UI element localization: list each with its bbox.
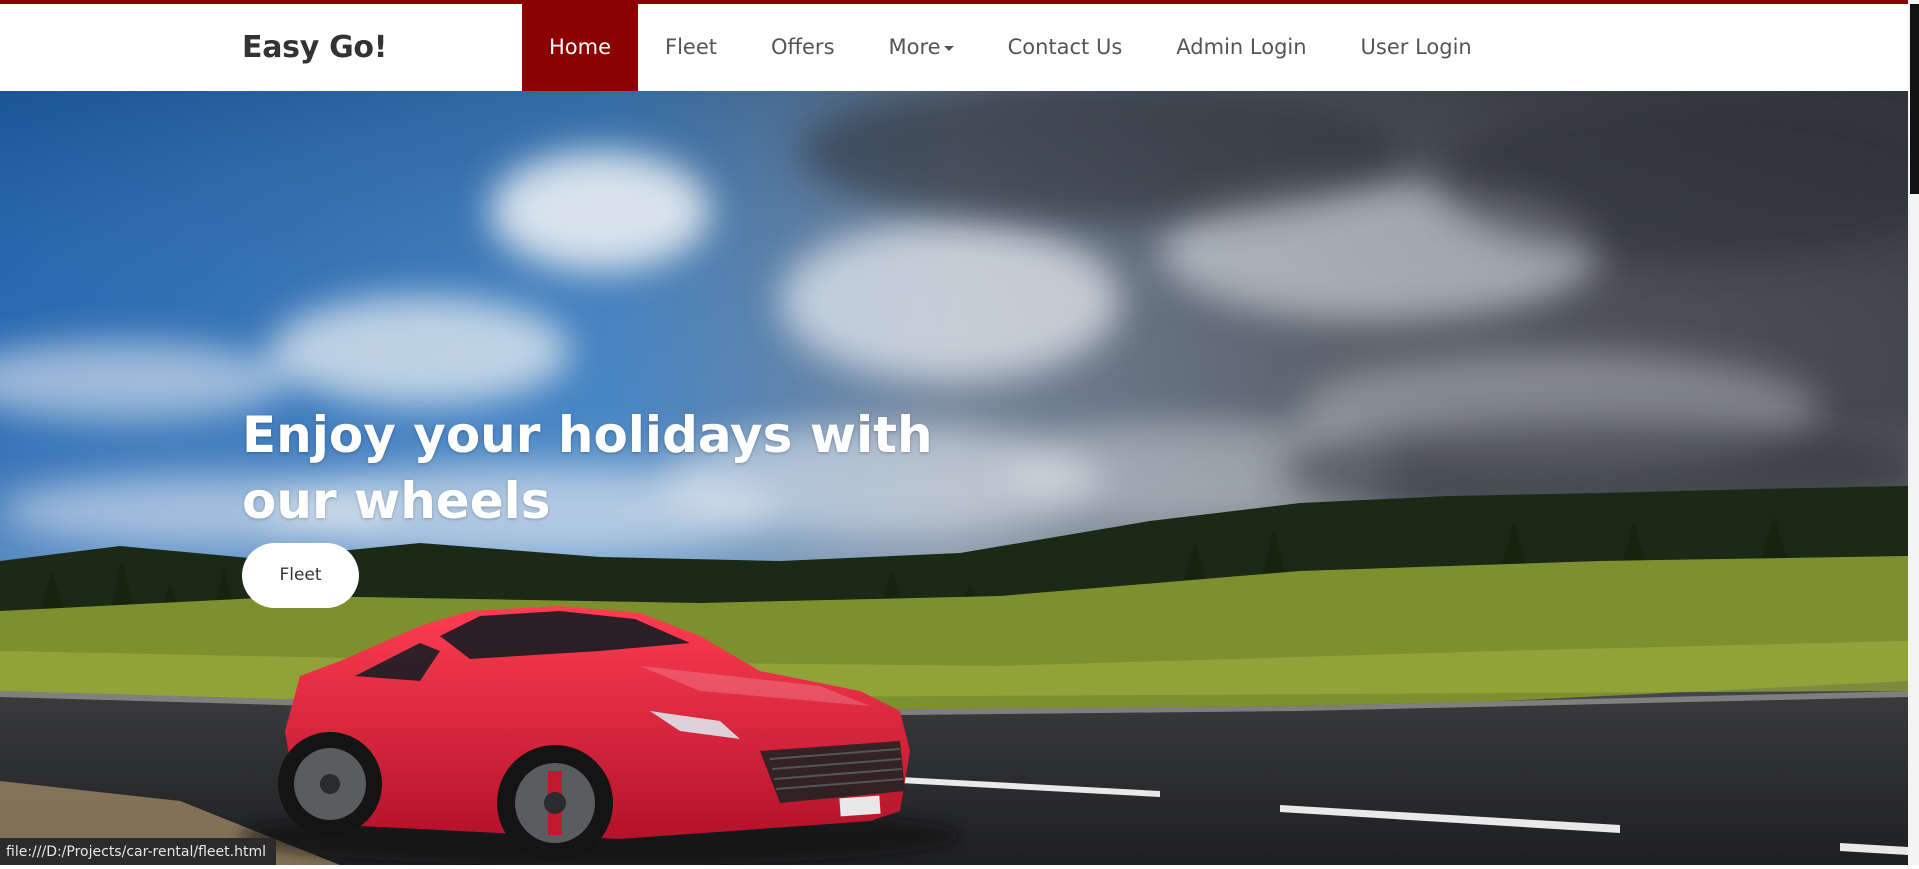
scrollbar-thumb[interactable] <box>1910 4 1919 194</box>
main-nav: Home Fleet Offers More Contact Us Admin … <box>522 4 1499 91</box>
nav-admin-login[interactable]: Admin Login <box>1149 4 1333 91</box>
nav-user-login[interactable]: User Login <box>1334 4 1499 91</box>
status-bar-url: file:///D:/Projects/car-rental/fleet.htm… <box>0 838 276 866</box>
nav-fleet[interactable]: Fleet <box>638 4 744 91</box>
nav-contact-us[interactable]: Contact Us <box>981 4 1150 91</box>
brand-logo[interactable]: Easy Go! <box>242 4 387 91</box>
nav-offers[interactable]: Offers <box>744 4 862 91</box>
hero-headline-line2: our wheels <box>242 472 551 530</box>
hero-fleet-button[interactable]: Fleet <box>242 543 359 608</box>
nav-more-label: More <box>888 35 941 59</box>
bottom-edge <box>0 865 1919 869</box>
nav-home[interactable]: Home <box>522 4 639 91</box>
nav-more-dropdown[interactable]: More <box>862 4 981 91</box>
hero-banner: Enjoy your holidays with our wheels Fleet <box>0 91 1908 865</box>
hero-headline-line1: Enjoy your holidays with <box>242 406 933 464</box>
navbar: Easy Go! Home Fleet Offers More Contact … <box>0 4 1908 91</box>
page: Easy Go! Home Fleet Offers More Contact … <box>0 0 1919 869</box>
hero-headline: Enjoy your holidays with our wheels <box>242 402 942 534</box>
caret-down-icon <box>943 45 954 51</box>
